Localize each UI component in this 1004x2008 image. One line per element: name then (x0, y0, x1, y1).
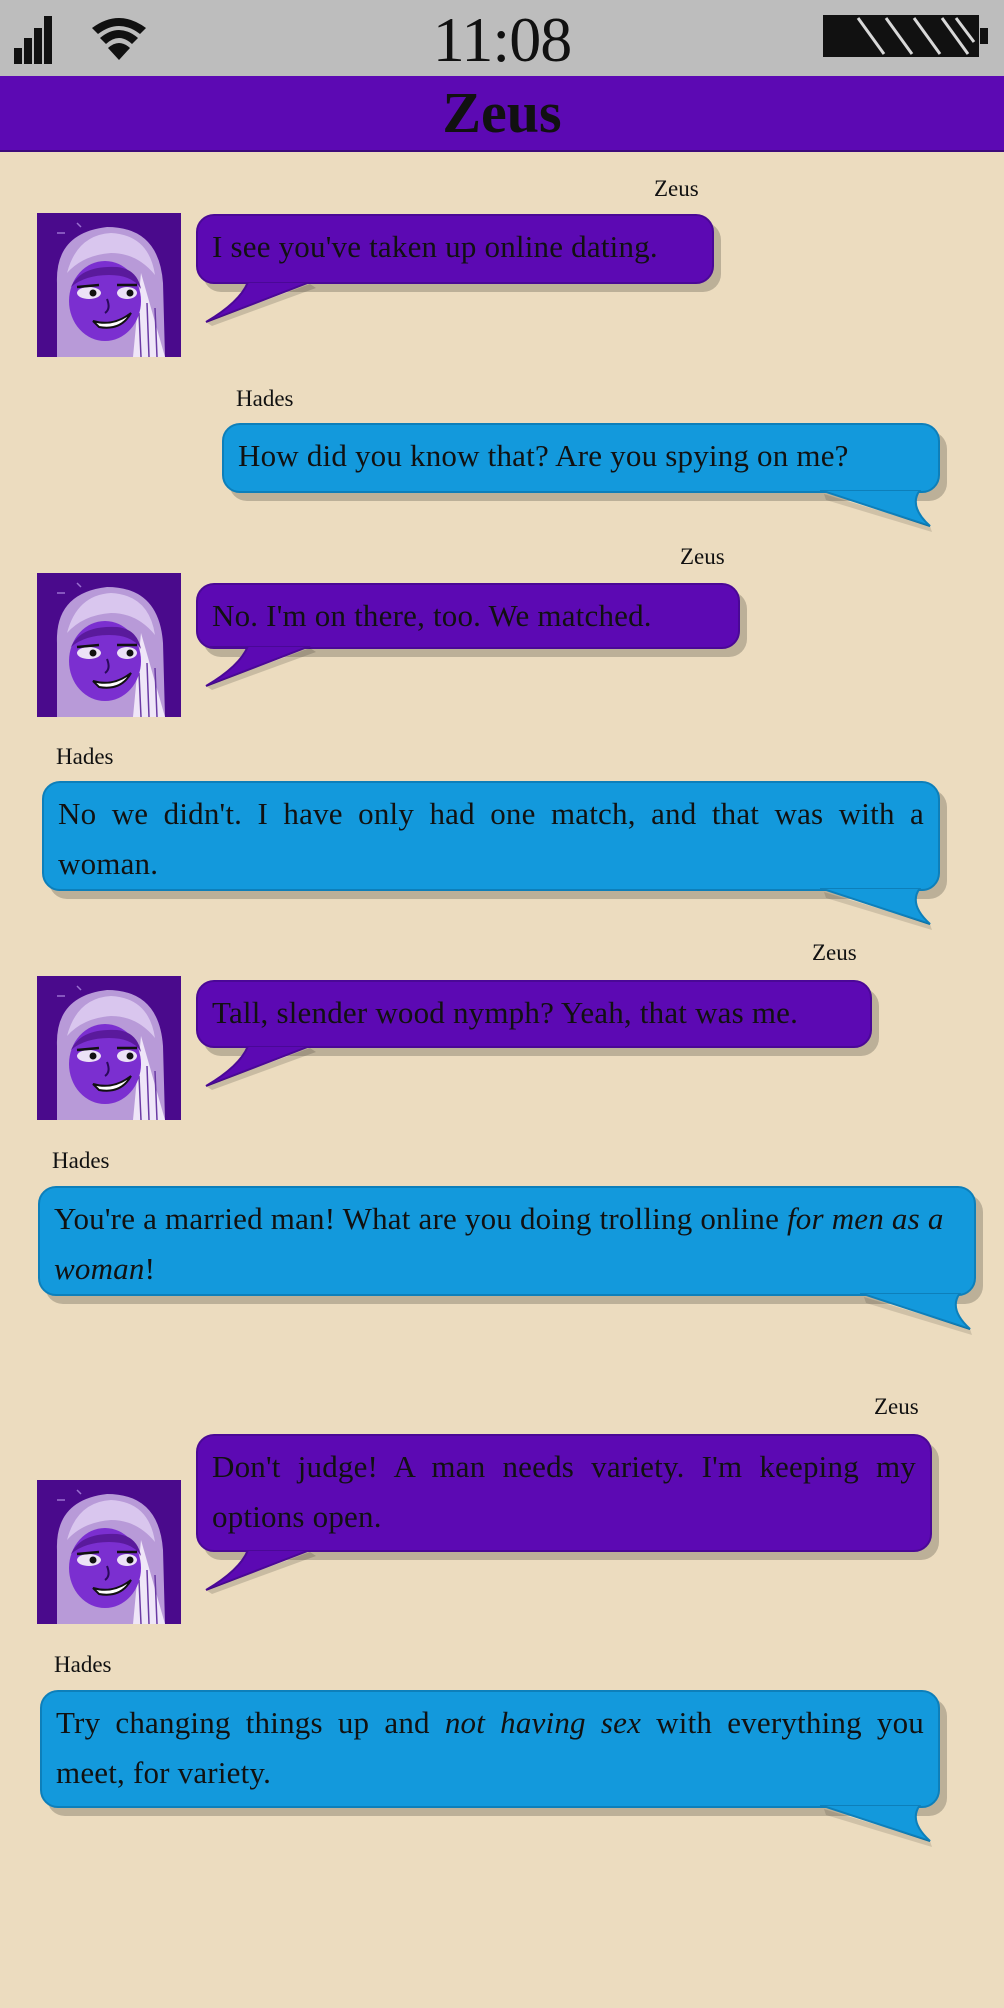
status-bar: 11:08 (0, 0, 1004, 76)
zeus-avatar (37, 1480, 181, 1624)
message-text: No. I'm on there, too. We matched. (212, 598, 652, 633)
message-bubble: You're a married man! What are you doing… (38, 1186, 976, 1296)
message-text: Don't judge! A man needs variety. I'm ke… (212, 1449, 916, 1534)
message-text: ! (144, 1251, 156, 1286)
chat-title: Zeus (442, 80, 562, 145)
bubble-tail (820, 888, 932, 930)
chat-header: Zeus (0, 76, 1004, 152)
message-text: I see you've taken up online dating. (212, 229, 658, 264)
message-text: Tall, slender wood nymph? Yeah, that was… (212, 995, 799, 1030)
bubble-tail (820, 1805, 932, 1847)
bubble-tail (860, 1293, 972, 1335)
bubble-tail (205, 1550, 316, 1594)
sender-name: Zeus (654, 176, 699, 201)
zeus-avatar (37, 213, 181, 357)
sender-name: Hades (54, 1652, 112, 1677)
message-text: You're a married man! What are you doing… (54, 1201, 787, 1236)
zeus-avatar (37, 573, 181, 717)
message-text: How did you know that? Are you spying on… (238, 438, 849, 473)
message-bubble: No we didn't. I have only had one match,… (42, 781, 940, 891)
message-bubble: I see you've taken up online dating. (196, 214, 714, 284)
zeus-avatar (37, 976, 181, 1120)
message-bubble: Try changing things up and not having se… (40, 1690, 940, 1808)
message-emphasis: not having sex (444, 1705, 642, 1740)
message-bubble: No. I'm on there, too. We matched. (196, 583, 740, 649)
bubble-tail (205, 282, 316, 326)
message-bubble: How did you know that? Are you spying on… (222, 423, 940, 493)
message-text: No we didn't. I have only had one match,… (58, 796, 924, 881)
sender-name: Zeus (812, 940, 857, 965)
sender-name: Zeus (680, 544, 725, 569)
sender-name: Hades (52, 1148, 110, 1173)
battery-icon (823, 15, 988, 57)
sender-name: Hades (56, 744, 114, 769)
bubble-tail (820, 490, 932, 532)
sender-name: Zeus (874, 1394, 919, 1419)
message-text: Try changing things up and (56, 1705, 445, 1740)
message-bubble: Don't judge! A man needs variety. I'm ke… (196, 1434, 932, 1552)
bubble-tail (205, 646, 316, 690)
sender-name: Hades (236, 386, 294, 411)
message-bubble: Tall, slender wood nymph? Yeah, that was… (196, 980, 872, 1048)
bubble-tail (205, 1046, 316, 1090)
